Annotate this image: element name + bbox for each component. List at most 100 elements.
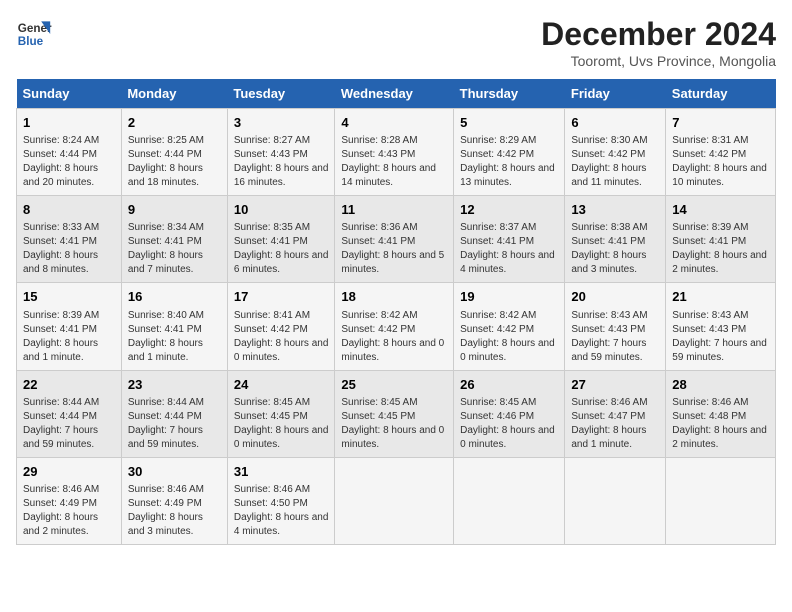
day-number: 12 [460,201,558,219]
daylight-text: Daylight: 8 hours and 0 minutes. [460,424,558,452]
calendar-cell: 17Sunrise: 8:41 AMSunset: 4:42 PMDayligh… [227,283,335,370]
logo-icon: General Blue [16,16,52,52]
daylight-text: Daylight: 7 hours and 59 minutes. [672,337,769,365]
sunset-text: Sunset: 4:46 PM [460,410,558,424]
daylight-text: Daylight: 8 hours and 0 minutes. [460,337,558,365]
day-number: 4 [341,114,447,132]
day-number: 14 [672,201,769,219]
day-number: 30 [128,463,221,481]
calendar-cell: 8 Sunrise: 8:33 AMSunset: 4:41 PMDaylight… [17,196,122,283]
daylight-text: Daylight: 8 hours and 2 minutes. [23,511,115,539]
column-header-thursday: Thursday [454,79,565,109]
day-number: 28 [672,376,769,394]
sunset-text: Sunset: 4:43 PM [341,148,447,162]
daylight-text: Daylight: 8 hours and 2 minutes. [672,424,769,452]
sunrise-text: Sunrise: 8:34 AM [128,221,221,235]
day-number: 8 [23,201,115,219]
daylight-text: Daylight: 8 hours and 2 minutes. [672,249,769,277]
calendar-cell: 1Sunrise: 8:24 AMSunset: 4:44 PMDaylight… [17,109,122,196]
daylight-text: Daylight: 8 hours and 0 minutes. [341,424,447,452]
day-number: 11 [341,201,447,219]
day-number: 2 [128,114,221,132]
sunset-text: Sunset: 4:49 PM [128,497,221,511]
sunset-text: Sunset: 4:43 PM [234,148,329,162]
column-header-sunday: Sunday [17,79,122,109]
calendar-cell: 31Sunrise: 8:46 AMSunset: 4:50 PMDayligh… [227,457,335,544]
calendar-cell: 7Sunrise: 8:31 AMSunset: 4:42 PMDaylight… [666,109,776,196]
page-subtitle: Tooromt, Uvs Province, Mongolia [541,53,776,69]
calendar-cell: 13Sunrise: 8:38 AMSunset: 4:41 PMDayligh… [565,196,666,283]
sunrise-text: Sunrise: 8:40 AM [128,309,221,323]
calendar-cell: 19Sunrise: 8:42 AMSunset: 4:42 PMDayligh… [454,283,565,370]
daylight-text: Daylight: 8 hours and 1 minute. [23,337,115,365]
sunrise-text: Sunrise: 8:45 AM [234,396,329,410]
daylight-text: Daylight: 7 hours and 59 minutes. [23,424,115,452]
sunset-text: Sunset: 4:42 PM [571,148,659,162]
day-number: 19 [460,288,558,306]
calendar-header-row: SundayMondayTuesdayWednesdayThursdayFrid… [17,79,776,109]
calendar-cell: 4Sunrise: 8:28 AMSunset: 4:43 PMDaylight… [335,109,454,196]
daylight-text: Daylight: 8 hours and 6 minutes. [234,249,329,277]
sunrise-text: Sunrise: 8:27 AM [234,134,329,148]
daylight-text: Daylight: 8 hours and 4 minutes. [234,511,329,539]
calendar-cell: 15 Sunrise: 8:39 AMSunset: 4:41 PMDayligh… [17,283,122,370]
sunset-text: Sunset: 4:41 PM [128,323,221,337]
sunset-text: Sunset: 4:41 PM [128,235,221,249]
calendar-week-row: 15Sunrise: 8:39 AMSunset: 4:41 PMDayligh… [17,283,776,370]
daylight-text: Daylight: 8 hours and 1 minute. [571,424,659,452]
day-number: 21 [672,288,769,306]
day-number: 31 [234,463,329,481]
calendar-cell: 6Sunrise: 8:30 AMSunset: 4:42 PMDaylight… [565,109,666,196]
daylight-text: Daylight: 8 hours and 16 minutes. [234,162,329,190]
sunrise-text: Sunrise: 8:46 AM [128,483,221,497]
sunrise-text: Sunrise: 8:29 AM [460,134,558,148]
sunset-text: Sunset: 4:41 PM [23,323,115,337]
sunrise-text: Sunrise: 8:36 AM [341,221,447,235]
sunset-text: Sunset: 4:41 PM [571,235,659,249]
day-number: 15 [23,288,115,306]
sunrise-text: Sunrise: 8:46 AM [571,396,659,410]
calendar-cell [335,457,454,544]
daylight-text: Daylight: 8 hours and 4 minutes. [460,249,558,277]
daylight-text: Daylight: 8 hours and 10 minutes. [672,162,769,190]
day-number: 9 [128,201,221,219]
sunrise-text: Sunrise: 8:39 AM [23,309,115,323]
logo: General Blue [16,16,52,52]
daylight-text: Daylight: 8 hours and 0 minutes. [341,337,447,365]
sunrise-text: Sunrise: 8:45 AM [341,396,447,410]
daylight-text: Daylight: 8 hours and 8 minutes. [23,249,115,277]
sunset-text: Sunset: 4:44 PM [23,410,115,424]
sunrise-text: Sunrise: 8:44 AM [128,396,221,410]
day-number: 1 [23,114,115,132]
calendar-cell: 30Sunrise: 8:46 AMSunset: 4:49 PMDayligh… [121,457,227,544]
sunset-text: Sunset: 4:42 PM [672,148,769,162]
svg-text:Blue: Blue [18,35,44,48]
sunset-text: Sunset: 4:41 PM [23,235,115,249]
sunrise-text: Sunrise: 8:46 AM [672,396,769,410]
calendar-cell [666,457,776,544]
sunrise-text: Sunrise: 8:39 AM [672,221,769,235]
sunset-text: Sunset: 4:43 PM [672,323,769,337]
sunset-text: Sunset: 4:43 PM [571,323,659,337]
column-header-monday: Monday [121,79,227,109]
day-number: 3 [234,114,329,132]
sunrise-text: Sunrise: 8:43 AM [672,309,769,323]
calendar-week-row: 22Sunrise: 8:44 AMSunset: 4:44 PMDayligh… [17,370,776,457]
sunset-text: Sunset: 4:49 PM [23,497,115,511]
column-header-friday: Friday [565,79,666,109]
daylight-text: Daylight: 8 hours and 3 minutes. [571,249,659,277]
sunrise-text: Sunrise: 8:37 AM [460,221,558,235]
day-number: 6 [571,114,659,132]
calendar-cell: 9Sunrise: 8:34 AMSunset: 4:41 PMDaylight… [121,196,227,283]
sunset-text: Sunset: 4:41 PM [234,235,329,249]
sunset-text: Sunset: 4:48 PM [672,410,769,424]
sunset-text: Sunset: 4:42 PM [234,323,329,337]
day-number: 24 [234,376,329,394]
calendar-cell: 11Sunrise: 8:36 AMSunset: 4:41 PMDayligh… [335,196,454,283]
day-number: 22 [23,376,115,394]
sunrise-text: Sunrise: 8:33 AM [23,221,115,235]
day-number: 26 [460,376,558,394]
calendar-week-row: 1Sunrise: 8:24 AMSunset: 4:44 PMDaylight… [17,109,776,196]
calendar-week-row: 29Sunrise: 8:46 AMSunset: 4:49 PMDayligh… [17,457,776,544]
sunset-text: Sunset: 4:45 PM [234,410,329,424]
